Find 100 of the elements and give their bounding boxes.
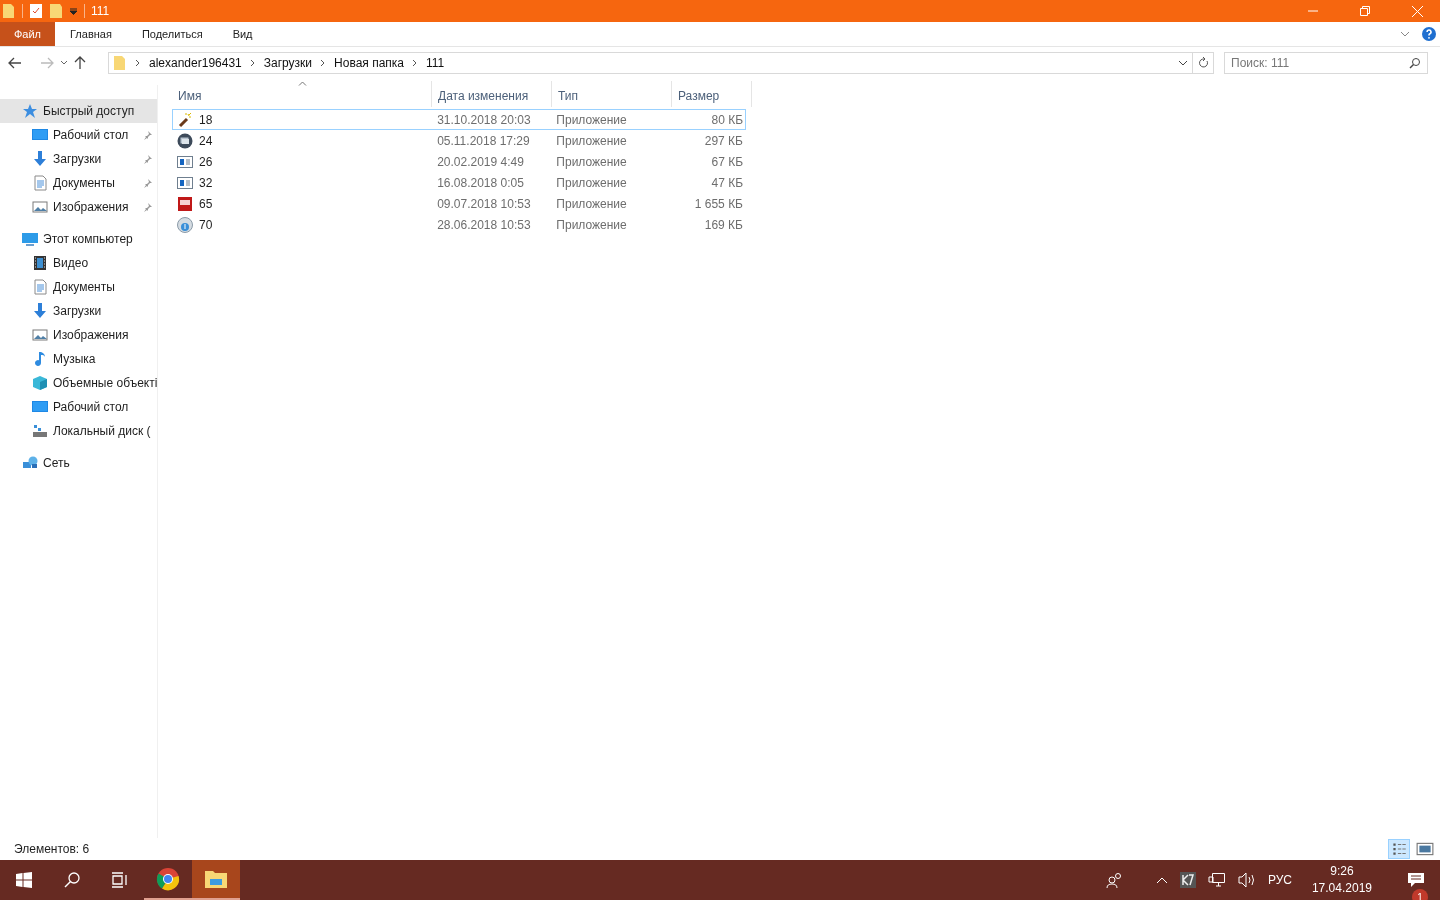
chevron-icon xyxy=(412,59,418,67)
people-icon[interactable] xyxy=(1105,872,1124,888)
column-header[interactable]: Дата изменения xyxy=(432,81,552,107)
sidebar-item[interactable]: Документы xyxy=(0,275,157,299)
document-icon xyxy=(32,175,48,191)
file-row[interactable]: 24 05.11.2018 17:29 Приложение 297 КБ xyxy=(172,130,746,151)
back-icon[interactable] xyxy=(8,57,22,69)
sidebar-item[interactable]: Сеть xyxy=(0,451,157,475)
sidebar-item[interactable]: Рабочий стол xyxy=(0,123,157,147)
sidebar-item[interactable]: Загрузки xyxy=(0,299,157,323)
sidebar-item[interactable]: Загрузки xyxy=(0,147,157,171)
dropdown-icon[interactable] xyxy=(1178,60,1188,66)
search-field[interactable]: Поиск: 111 xyxy=(1224,52,1428,74)
app-tray-icon[interactable] xyxy=(1179,872,1196,888)
ribbon-tab[interactable]: Главная xyxy=(55,22,127,46)
close-icon[interactable] xyxy=(1411,5,1423,17)
column-header[interactable]: Имя xyxy=(172,81,432,107)
sidebar-item[interactable]: Документы xyxy=(0,171,157,195)
file-name: 32 xyxy=(199,175,213,190)
globe-icon xyxy=(177,216,193,233)
table-cell-text: 20.02.2019 4:49 xyxy=(436,154,525,169)
file-name: 70 xyxy=(199,217,213,232)
ribbon-tab[interactable]: Вид xyxy=(217,22,268,46)
details-view-icon[interactable] xyxy=(1388,839,1410,859)
column-header[interactable]: Размер xyxy=(672,81,752,107)
network-icon[interactable] xyxy=(1207,872,1226,888)
column-header[interactable]: Тип xyxy=(552,81,672,107)
monitor-icon xyxy=(32,399,48,415)
clock[interactable]: 9:26 17.04.2019 xyxy=(1303,863,1380,897)
monitor-icon xyxy=(32,127,48,143)
file-name: 18 xyxy=(199,112,213,127)
taskbar-app[interactable] xyxy=(192,860,240,900)
path-segment[interactable]: alexander196431 xyxy=(149,56,242,70)
start-icon[interactable] xyxy=(16,872,32,888)
file-tab[interactable]: Файл xyxy=(0,22,55,46)
table-cell-text: Приложение xyxy=(555,175,628,190)
table-cell-text: 80 КБ xyxy=(710,112,744,127)
refresh-icon xyxy=(1197,57,1209,69)
file-name: 26 xyxy=(199,154,213,169)
expand-ribbon-icon[interactable] xyxy=(1400,31,1410,37)
file-row[interactable]: 65 09.07.2018 10:53 Приложение 1 655 КБ xyxy=(172,193,746,214)
sidebar-item[interactable]: Объемные объекті xyxy=(0,371,157,395)
table-cell-text: Приложение xyxy=(555,133,628,148)
language-indicator[interactable]: РУС xyxy=(1267,873,1292,887)
message-icon xyxy=(1407,872,1425,888)
table-cell-text: 297 КБ xyxy=(703,133,744,148)
table-cell-text: Приложение xyxy=(555,217,628,232)
table-cell-text: Приложение xyxy=(555,154,628,169)
path-segment[interactable]: Загрузки xyxy=(263,56,313,70)
path-segment[interactable]: Новая папка xyxy=(334,56,404,70)
sidebar-item[interactable]: Изображения xyxy=(0,323,157,347)
properties-icon[interactable] xyxy=(29,3,43,19)
wand-icon xyxy=(177,111,193,128)
file-row[interactable]: 26 20.02.2019 4:49 Приложение 67 КБ xyxy=(172,151,746,172)
table-cell-text: Приложение xyxy=(555,196,628,211)
table-cell-text: 47 КБ xyxy=(710,175,744,190)
dropdown-icon[interactable] xyxy=(69,7,78,15)
file-row[interactable]: 18 31.10.2018 20:03 Приложение 80 КБ xyxy=(172,109,746,130)
volume-icon[interactable] xyxy=(1237,872,1256,888)
table-cell-text: 16.08.2018 0:05 xyxy=(436,175,525,190)
sidebar-item[interactable]: Локальный диск ( xyxy=(0,419,157,443)
sidebar-item[interactable]: Этот компьютер xyxy=(0,227,157,251)
film-icon xyxy=(32,255,48,271)
up-icon[interactable] xyxy=(74,56,86,70)
help-icon[interactable] xyxy=(1422,27,1436,41)
cube-icon xyxy=(32,375,48,391)
path-segment[interactable]: 111 xyxy=(426,56,445,70)
network-icon xyxy=(22,455,38,471)
table-cell-text: 05.11.2018 17:29 xyxy=(436,133,531,148)
sidebar-item[interactable]: Музыка xyxy=(0,347,157,371)
sidebar-item[interactable]: Видео xyxy=(0,251,157,275)
file-row[interactable]: 70 28.06.2018 10:53 Приложение 169 КБ xyxy=(172,214,746,235)
picture-icon xyxy=(32,199,48,215)
star-icon xyxy=(22,103,38,119)
table-cell-text: 09.07.2018 10:53 xyxy=(436,196,532,211)
item-count: Элементов: 6 xyxy=(14,842,90,856)
window-icon xyxy=(177,153,193,170)
down-arrow-icon xyxy=(32,303,48,319)
drive-icon xyxy=(32,423,48,439)
window-icon xyxy=(177,174,193,191)
file-row[interactable]: 32 16.08.2018 0:05 Приложение 47 КБ xyxy=(172,172,746,193)
ribbon-tab[interactable]: Поделиться xyxy=(126,22,218,46)
task-view-icon[interactable] xyxy=(111,872,129,888)
search-icon xyxy=(1409,57,1421,69)
file-name: 24 xyxy=(199,133,213,148)
notification-badge: 1 xyxy=(1412,889,1428,900)
refresh-button[interactable] xyxy=(1193,52,1214,74)
sidebar-item[interactable]: Рабочий стол xyxy=(0,395,157,419)
restore-icon[interactable] xyxy=(1360,6,1370,16)
recent-locations-icon[interactable] xyxy=(60,60,68,66)
search-icon[interactable] xyxy=(64,872,80,888)
chevron-up-icon[interactable] xyxy=(1155,876,1168,884)
music-note-icon xyxy=(32,351,48,367)
chevron-icon xyxy=(135,59,141,67)
sidebar-item[interactable]: Изображения xyxy=(0,195,157,219)
table-cell-text: 1 655 КБ xyxy=(693,196,744,211)
sidebar-item[interactable]: Быстрый доступ xyxy=(0,99,157,123)
monitor-icon xyxy=(22,231,38,247)
chevron-icon xyxy=(249,59,256,67)
table-cell-text: 28.06.2018 10:53 xyxy=(436,217,532,232)
